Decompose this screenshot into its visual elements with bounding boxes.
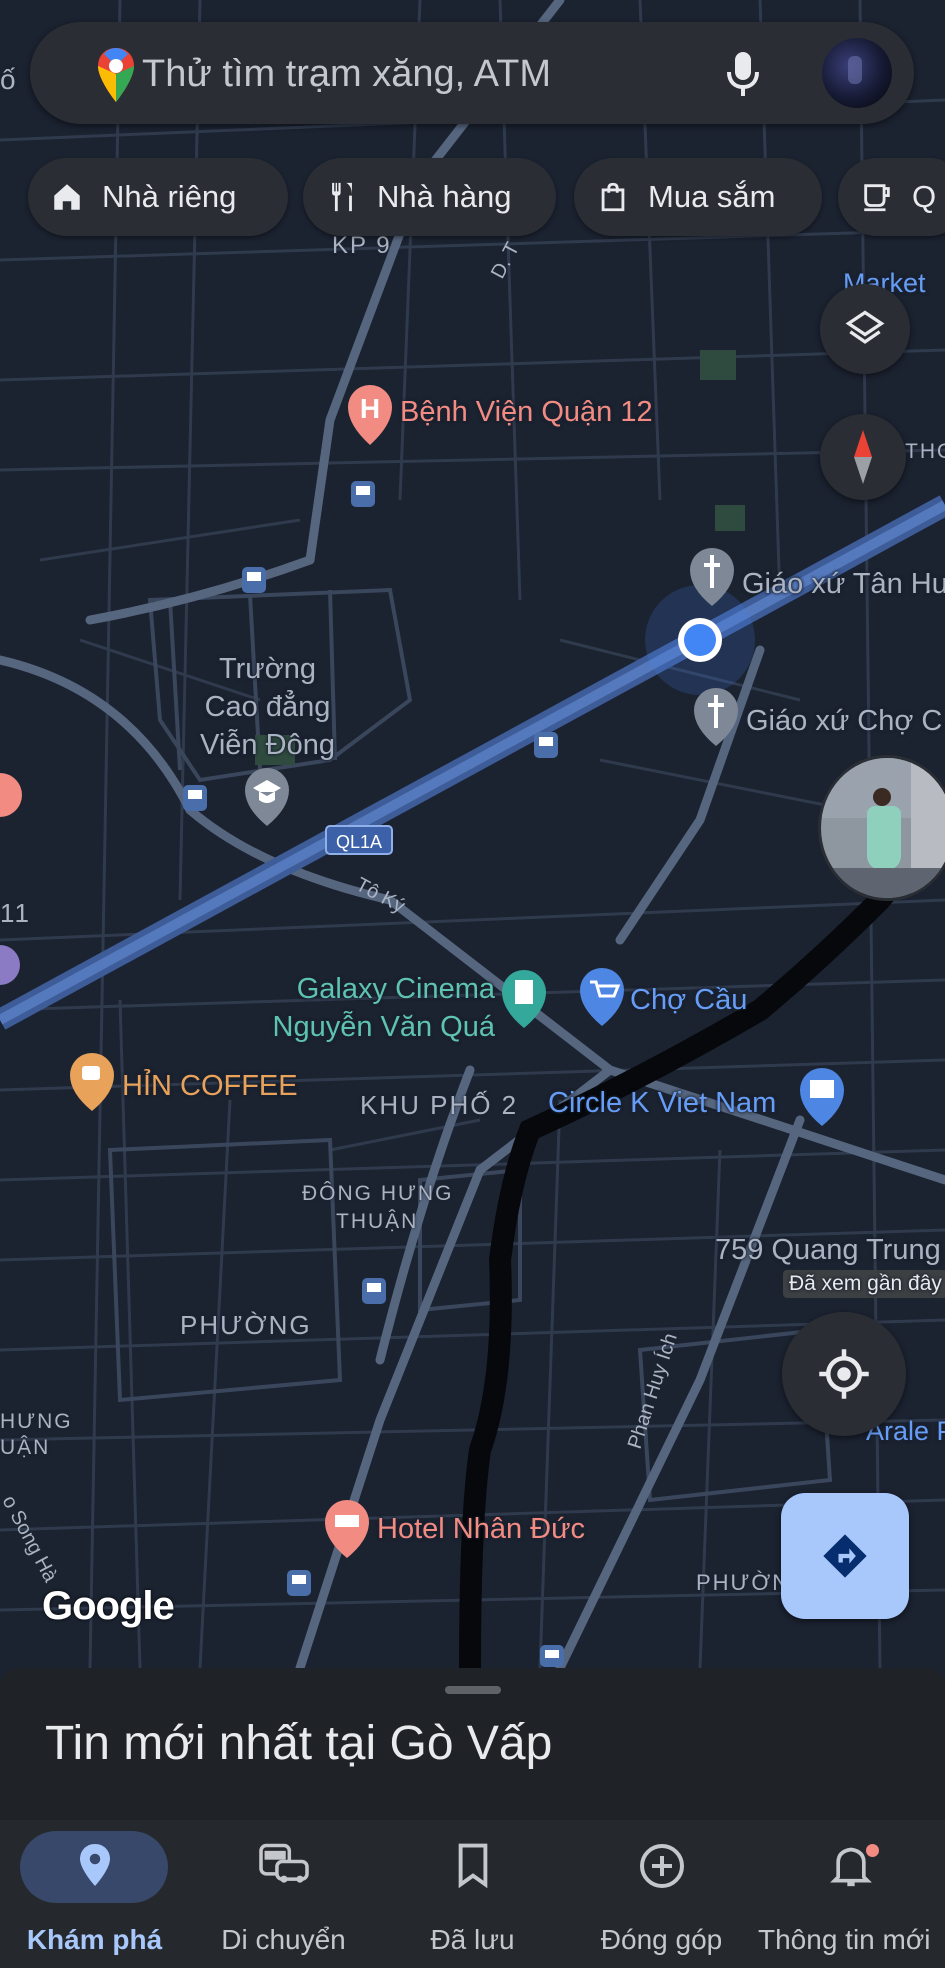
- area-label-dong-hung: ĐÔNG HƯNG: [302, 1182, 454, 1205]
- google-logo: Google: [42, 1584, 175, 1628]
- area-label-uan: UẬN: [0, 1436, 51, 1459]
- nav-item-updates[interactable]: Thông tin mới: [756, 1820, 945, 1968]
- poi-label-hospital[interactable]: Bệnh Viện Quận 12: [400, 396, 653, 429]
- chip-label: Nhà riêng: [102, 179, 237, 214]
- chip-restaurants[interactable]: Nhà hàng: [303, 158, 556, 236]
- nav-label: Di chuyển: [221, 1924, 346, 1955]
- nav-label: Thông tin mới: [758, 1924, 931, 1955]
- bottom-sheet[interactable]: Tin mới nhất tại Gò Vấp: [0, 1668, 945, 1820]
- bus-stop-icon[interactable]: [242, 567, 266, 593]
- bus-stop-icon[interactable]: [362, 1278, 386, 1304]
- street-view-thumbnail[interactable]: [818, 755, 945, 901]
- recently-viewed-badge: Đã xem gần đây: [783, 1270, 945, 1298]
- poi-label-hotel[interactable]: Hotel Nhân Đức: [377, 1513, 585, 1546]
- area-label-phuong: PHƯỜNG: [180, 1310, 312, 1340]
- nav-label: Khám phá: [26, 1924, 163, 1955]
- area-label-tho: THO: [905, 440, 945, 463]
- poi-label-circle-k[interactable]: Circle K Viet Nam: [548, 1087, 776, 1120]
- chip-label: Nhà hàng: [377, 179, 512, 214]
- directions-button[interactable]: [781, 1493, 909, 1619]
- chip-shopping[interactable]: Mua sắm: [574, 158, 822, 236]
- shopping-bag-icon: [601, 182, 625, 212]
- nav-item-commute[interactable]: Di chuyển: [189, 1820, 378, 1968]
- poi-label-line: Viễn Đông: [200, 729, 335, 761]
- home-icon: [54, 184, 80, 210]
- poi-label-college[interactable]: Trường Cao đẳng Viễn Đông: [190, 650, 345, 764]
- poi-label-line: Cao đẳng: [204, 691, 331, 723]
- nav-item-contribute[interactable]: Đóng góp: [567, 1820, 756, 1968]
- area-label-phuong-2: PHƯỜN: [696, 1570, 791, 1595]
- crosshair-icon: [819, 1349, 869, 1399]
- photo-person-dress: [867, 806, 901, 870]
- area-label-khu-pho-2: KHU PHỐ 2: [360, 1090, 519, 1120]
- edge-label: ố: [0, 64, 18, 95]
- directions-icon: [823, 1534, 867, 1578]
- layers-button[interactable]: [820, 284, 910, 374]
- nav-item-explore[interactable]: Khám phá: [0, 1820, 189, 1968]
- bus-stop-icon[interactable]: [534, 732, 558, 758]
- compass-button[interactable]: [820, 414, 906, 500]
- nav-label: Đã lưu: [430, 1924, 515, 1955]
- poi-label-cinema[interactable]: Galaxy Cinema Nguyễn Văn Quá: [255, 970, 495, 1046]
- bus-stop-icon[interactable]: [183, 785, 207, 811]
- my-location-button[interactable]: [782, 1312, 906, 1436]
- poi-label-line: Trường: [219, 653, 316, 685]
- maps-logo-icon: [98, 48, 134, 102]
- photo-floor: [821, 868, 945, 898]
- layers-icon: [845, 310, 885, 344]
- poi-label-hin-coffee[interactable]: HỈN COFFEE: [122, 1070, 298, 1103]
- poi-label-church-tan-hung[interactable]: Giáo xứ Tân Hu: [742, 568, 945, 601]
- search-bar[interactable]: [30, 22, 914, 124]
- edge-label: 11: [0, 898, 31, 928]
- poi-label-line: Nguyễn Văn Quá: [272, 1011, 495, 1043]
- microphone-icon[interactable]: [726, 50, 760, 98]
- avatar-figure: [848, 56, 862, 84]
- sheet-drag-handle[interactable]: [445, 1686, 501, 1694]
- area-label-hung: HƯNG: [0, 1410, 73, 1433]
- coffee-icon: [864, 184, 890, 212]
- restaurant-icon: [332, 182, 352, 212]
- add-circle-icon: [639, 1844, 684, 1888]
- poi-label-church-cho-cau[interactable]: Giáo xứ Chợ C: [746, 705, 942, 738]
- chip-home[interactable]: Nhà riêng: [28, 158, 288, 236]
- road-shield-ql1a: QL1A: [325, 825, 393, 855]
- bottom-navigation: Khám phá Di chuyển Đã lưu Đóng góp Thông…: [0, 1820, 945, 1968]
- nav-label: Đóng góp: [600, 1924, 723, 1955]
- bus-stop-icon[interactable]: [540, 1645, 564, 1667]
- poi-label-line: Galaxy Cinema: [296, 973, 495, 1005]
- poi-label-759-quang-trung[interactable]: 759 Quang Trung: [715, 1234, 941, 1267]
- sheet-title: Tin mới nhất tại Gò Vấp: [45, 1717, 553, 1770]
- compass-icon: [854, 430, 872, 484]
- area-label-kp9: KP 9: [332, 232, 392, 259]
- avatar[interactable]: [822, 38, 892, 108]
- nav-item-saved[interactable]: Đã lưu: [378, 1820, 567, 1968]
- area-label-thuan: THUẬN: [336, 1210, 419, 1233]
- svg-text:H: H: [360, 393, 380, 424]
- poi-label-cho-cau[interactable]: Chợ Cầu: [630, 984, 747, 1017]
- chip-label: Mua sắm: [648, 179, 776, 214]
- road-shield-label: QL1A: [336, 832, 382, 852]
- bus-stop-icon[interactable]: [351, 481, 375, 507]
- search-input[interactable]: [140, 48, 704, 100]
- bookmark-icon: [458, 1843, 487, 1888]
- commute-icon: [258, 1843, 309, 1883]
- notification-dot: [866, 1844, 879, 1857]
- photo-person-head: [873, 788, 891, 806]
- bus-stop-icon[interactable]: [287, 1570, 311, 1596]
- chip-coffee[interactable]: Q: [838, 158, 945, 236]
- location-pin-icon: [79, 1844, 110, 1886]
- chip-label: Q: [912, 179, 937, 214]
